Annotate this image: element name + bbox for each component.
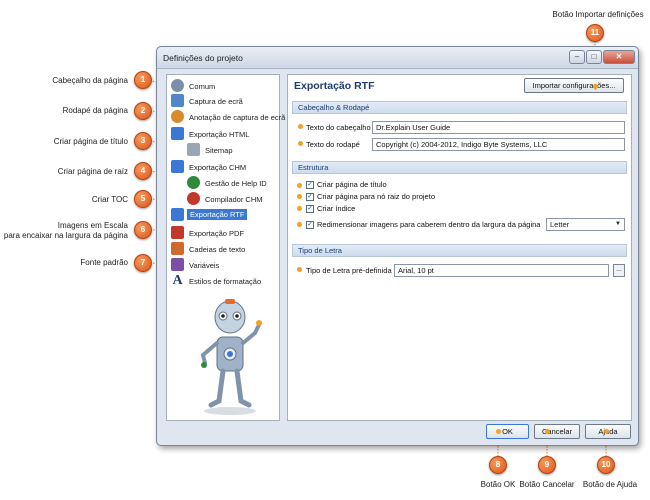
callout-dot-5 — [297, 206, 302, 211]
footer-text-label: Texto do rodapé — [306, 140, 360, 149]
footer-text-field[interactable]: Copyright (c) 2004-2012, Indigo Byte Sys… — [372, 138, 625, 151]
callout-label-10: Botão de Ajuda — [582, 480, 638, 489]
robot-mascot-image — [200, 299, 262, 415]
settings-nav-panel: Comum Captura de ecrã Anotação de captur… — [166, 74, 285, 421]
resize-images-label: Redimensionar imagens para caberem dentr… — [317, 220, 541, 229]
chevron-down-icon: ▼ — [615, 221, 621, 227]
header-text-label: Texto do cabeçalho — [306, 123, 371, 132]
callout-label-1: Cabeçalho da página — [52, 76, 128, 85]
nav-item-label: Captura de ecrã — [189, 97, 243, 106]
nav-item-label: Compilador CHM — [205, 195, 263, 204]
nav-item-label: Exportação PDF — [189, 229, 245, 238]
nav-item-label: Variáveis — [189, 261, 220, 270]
html-export-icon — [171, 127, 184, 140]
create-root-page-label: Criar página para nó raiz do projeto — [317, 192, 435, 201]
nav-item-label: Comum — [189, 82, 216, 91]
rtf-export-panel: Exportação RTF Importar configurações...… — [287, 74, 632, 421]
callout-marker-9: 9 — [538, 456, 556, 474]
variables-icon — [171, 258, 184, 271]
structure-section-header: Estrutura — [292, 161, 627, 174]
page-size-select[interactable]: Letter ▼ — [546, 218, 625, 231]
callout-label-6-line1: Imagens em Escala — [57, 221, 128, 230]
callout-dot-2 — [298, 141, 303, 146]
callout-label-11: Botão Importar definições — [552, 10, 644, 19]
callout-marker-1: 1 — [134, 71, 152, 89]
header-text-field[interactable]: Dr.Explain User Guide — [372, 121, 625, 134]
resize-images-checkbox[interactable]: ✓ — [306, 221, 314, 229]
callout-marker-10: 10 — [597, 456, 615, 474]
callout-dot-6 — [297, 222, 302, 227]
text-strings-icon — [171, 242, 184, 255]
nav-item-label: Exportação RTF — [187, 209, 248, 220]
ok-button[interactable]: OK — [486, 424, 529, 439]
callout-marker-3: 3 — [134, 132, 152, 150]
callout-label-7: Fonte padrão — [80, 258, 128, 267]
callout-marker-2: 2 — [134, 102, 152, 120]
callout-label-4: Criar página de raíz — [57, 167, 128, 176]
callout-dot-3 — [297, 183, 302, 188]
callout-marker-6: 6 — [134, 221, 152, 239]
page-size-value: Letter — [550, 220, 570, 229]
nav-item-label: Exportação HTML — [189, 130, 250, 139]
nav-item-label: Gestão de Help ID — [205, 179, 267, 188]
callout-marker-11: 11 — [586, 24, 604, 42]
callout-dot-11 — [593, 84, 598, 89]
create-title-page-checkbox[interactable]: ✓ — [306, 181, 314, 189]
font-browse-button[interactable]: ... — [613, 264, 625, 277]
chm-export-icon — [171, 160, 184, 173]
page-title: Exportação RTF — [294, 80, 375, 92]
help-id-icon — [187, 176, 200, 189]
rtf-export-icon — [171, 208, 184, 221]
callout-dot-4 — [297, 194, 302, 199]
callout-label-6-line2: para encaixar na largura da página — [3, 231, 128, 240]
minimize-button[interactable]: – — [569, 50, 585, 64]
nav-item-label: Estilos de formatação — [189, 277, 262, 286]
pdf-export-icon — [171, 226, 184, 239]
callout-dot-9 — [545, 429, 550, 434]
callout-label-8: Botão OK — [480, 480, 516, 489]
callout-marker-7: 7 — [134, 254, 152, 272]
sitemap-icon — [187, 143, 200, 156]
callout-dot-10 — [604, 429, 609, 434]
close-button[interactable]: ✕ — [603, 50, 635, 64]
callout-dot-8 — [496, 429, 501, 434]
create-title-page-label: Criar página de título — [317, 180, 387, 189]
title-bar: Definições do projeto – □ ✕ — [157, 47, 638, 69]
header-footer-section-header: Cabeçalho & Rodapé — [292, 101, 627, 114]
cancel-button[interactable]: Cancelar — [534, 424, 580, 439]
import-settings-button[interactable]: Importar configurações... — [524, 78, 624, 93]
callout-marker-4: 4 — [134, 162, 152, 180]
create-index-label: Criar índice — [317, 204, 356, 213]
compiler-icon — [187, 192, 200, 205]
annotation-icon — [171, 110, 184, 123]
callout-dot-1 — [298, 124, 303, 129]
maximize-button[interactable]: □ — [586, 50, 602, 64]
create-root-page-checkbox[interactable]: ✓ — [306, 193, 314, 201]
font-section-header: Tipo de Letra — [292, 244, 627, 257]
project-settings-window: Definições do projeto – □ ✕ Comum Captur… — [156, 46, 639, 446]
create-index-checkbox[interactable]: ✓ — [306, 205, 314, 213]
default-font-field[interactable]: Arial, 10 pt — [394, 264, 609, 277]
font-styles-icon: A — [172, 273, 183, 288]
callout-marker-8: 8 — [489, 456, 507, 474]
callout-marker-5: 5 — [134, 190, 152, 208]
screenshot-icon — [171, 94, 184, 107]
callout-label-9: Botão Cancelar — [519, 480, 575, 489]
callout-dot-7 — [297, 267, 302, 272]
callout-label-3: Criar página de título — [53, 137, 128, 146]
nav-item-label: Exportação CHM — [189, 163, 247, 172]
callout-label-2: Rodapé da página — [62, 106, 128, 115]
nav-item-label: Anotação de captura de ecrã — [189, 113, 286, 122]
default-font-label: Tipo de Letra pré-definida — [306, 266, 392, 275]
gear-globe-icon — [171, 79, 184, 92]
nav-item-label: Cadeias de texto — [189, 245, 246, 254]
nav-item-label: Sitemap — [205, 146, 233, 155]
callout-label-5: Criar TOC — [91, 195, 128, 204]
window-title: Definições do projeto — [163, 53, 243, 63]
